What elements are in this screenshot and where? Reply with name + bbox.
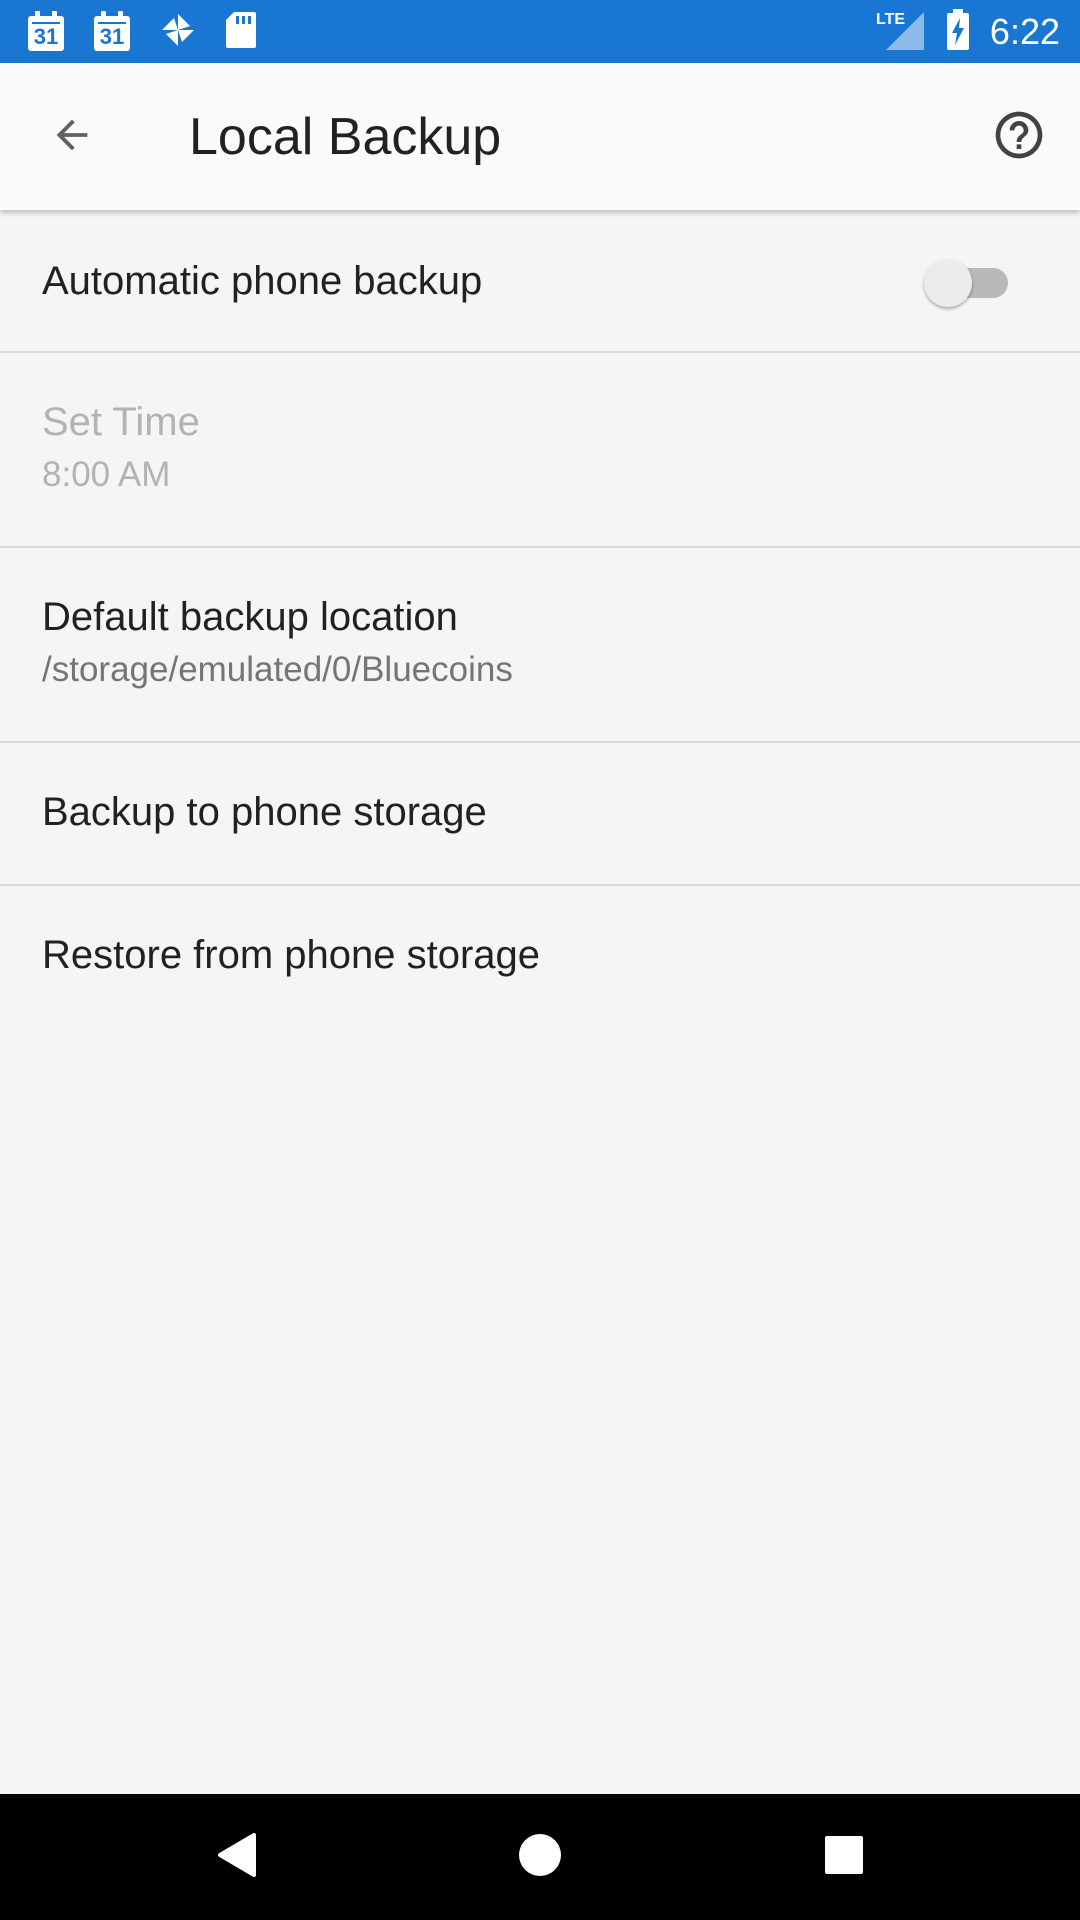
battery-charging-icon: [946, 8, 970, 56]
nav-back-icon: [214, 1831, 258, 1884]
page-title: Local Backup: [189, 108, 502, 166]
back-button[interactable]: [37, 102, 107, 172]
network-label: LTE: [876, 11, 905, 28]
restore-from-storage-title: Restore from phone storage: [42, 933, 541, 977]
nav-bar: [0, 1794, 1080, 1920]
calendar-icon: 31: [26, 11, 66, 53]
nav-back-button[interactable]: [201, 1822, 271, 1892]
nav-recents-button[interactable]: [809, 1822, 879, 1892]
backup-location-row[interactable]: Default backup location /storage/emulate…: [0, 548, 1080, 743]
nav-home-button[interactable]: [505, 1822, 575, 1892]
restore-from-storage-row[interactable]: Restore from phone storage: [0, 886, 1080, 1029]
status-time: 6:22: [989, 11, 1060, 52]
pinwheel-icon: [158, 10, 198, 55]
settings-list: Automatic phone backup Set Time 8:00 AM …: [0, 210, 1080, 1029]
backup-location-summary: /storage/emulated/0/Bluecoins: [42, 650, 513, 689]
calendar-day: 31: [99, 24, 125, 49]
calendar-day: 31: [33, 24, 59, 49]
nav-home-icon: [517, 1832, 563, 1883]
backup-to-storage-row[interactable]: Backup to phone storage: [0, 743, 1080, 886]
auto-backup-row[interactable]: Automatic phone backup: [0, 210, 1080, 353]
nav-recents-icon: [824, 1835, 864, 1880]
status-icons-left: 31 31: [26, 10, 258, 54]
backup-to-storage-title: Backup to phone storage: [42, 790, 487, 834]
status-icons-right: LTE 6:22: [876, 8, 1060, 56]
help-button[interactable]: [984, 102, 1054, 172]
auto-backup-toggle[interactable]: [924, 258, 1008, 307]
set-time-row[interactable]: Set Time 8:00 AM: [0, 353, 1080, 548]
set-time-title: Set Time: [42, 400, 200, 444]
backup-location-title: Default backup location: [42, 595, 458, 639]
app-bar: Local Backup: [0, 63, 1080, 210]
sd-card-icon: [224, 10, 258, 55]
toggle-thumb: [924, 259, 972, 307]
status-bar: 31 31 LTE 6:22: [0, 0, 1080, 63]
lte-signal-icon: LTE: [876, 8, 926, 57]
arrow-back-icon: [49, 112, 95, 163]
auto-backup-title: Automatic phone backup: [42, 259, 483, 303]
calendar-icon: 31: [92, 11, 132, 53]
help-circle-icon: [991, 107, 1047, 168]
set-time-summary: 8:00 AM: [42, 455, 171, 494]
